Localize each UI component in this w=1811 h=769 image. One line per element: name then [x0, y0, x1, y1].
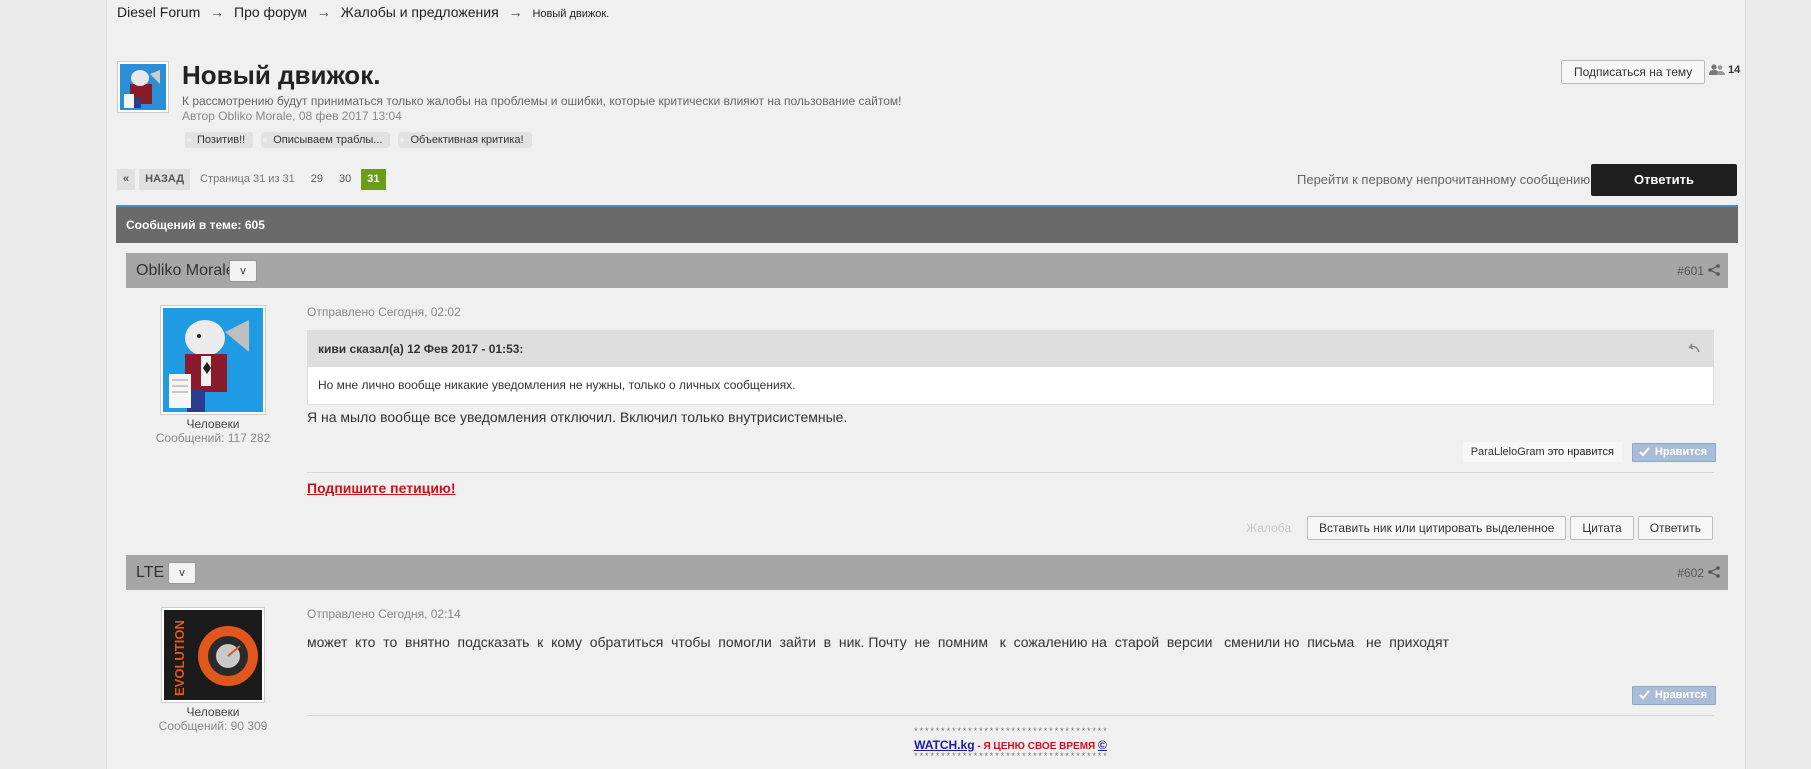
page-info: Страница 31 из 31: [200, 173, 295, 185]
post-author[interactable]: LTE: [136, 564, 164, 582]
signature-line: WATCH.kg - Я ЦЕНЮ СВОЕ ВРЕМЯ ©: [307, 738, 1714, 752]
tag-positive[interactable]: Позитив!!: [185, 132, 254, 148]
author-menu-toggle[interactable]: v: [168, 562, 196, 584]
topic-description: К рассмотрению будут приниматься только …: [182, 94, 902, 108]
post-content: Отправлено Сегодня, 02:02 киви сказал(а)…: [307, 305, 1714, 425]
likers-info: ParaLlelоGram это нравится: [1462, 442, 1622, 462]
post-header: Obliko Morale v #601: [126, 253, 1728, 288]
post-text: может кто то внятно подсказать к кому об…: [307, 634, 1449, 650]
post-actions: Жалоба Вставить ник или цитировать выдел…: [1246, 516, 1713, 540]
check-icon: [1639, 446, 1650, 456]
page-link-29[interactable]: 29: [305, 169, 329, 190]
likers-suffix: это нравится: [1547, 446, 1614, 458]
author-menu-toggle[interactable]: v: [229, 260, 257, 282]
like-label: Нравится: [1654, 689, 1707, 701]
post-header: LTE v #602: [126, 555, 1728, 590]
topic-meta: Автор Obliko Morale, 08 фев 2017 13:04: [182, 109, 402, 123]
post-divider: [307, 715, 1714, 716]
user-group: Человеки: [186, 417, 240, 431]
quote-citation: киви сказал(а) 12 Фев 2017 - 01:53:: [318, 342, 524, 356]
quote-block: киви сказал(а) 12 Фев 2017 - 01:53: Но м…: [307, 330, 1714, 405]
post-author[interactable]: Obliko Morale: [136, 262, 235, 280]
users-icon: [1709, 64, 1725, 75]
user-post-count: Сообщений: 90 309: [158, 719, 268, 733]
page-link-current[interactable]: 31: [361, 169, 386, 190]
breadcrumb-separator: →: [508, 4, 523, 20]
quote-button[interactable]: Цитата: [1570, 516, 1634, 540]
topic-title: Новый движок.: [182, 60, 381, 90]
tag-troubles[interactable]: Описываем траблы...: [261, 132, 391, 148]
report-link[interactable]: Жалоба: [1246, 521, 1291, 535]
topic-tags: Позитив!! Описываем траблы... Объективна…: [185, 132, 532, 148]
user-signature: ************************************ WAT…: [307, 727, 1714, 762]
signature-stars: ************************************: [913, 727, 1108, 737]
post-602: LTE v #602 EVOLUTION Человеки Сообщений:…: [126, 555, 1728, 769]
first-unread-link[interactable]: Перейти к первому непрочитанному сообщен…: [1297, 172, 1590, 187]
reply-button[interactable]: Ответить: [1591, 164, 1737, 196]
like-button[interactable]: Нравится: [1631, 686, 1716, 705]
user-info: Человеки Сообщений: 117 282: [126, 305, 300, 445]
signature-stars-bottom: ************************************: [913, 752, 1108, 762]
followers-count[interactable]: 14: [1709, 64, 1740, 76]
breadcrumb-item-about-forum[interactable]: Про форум: [234, 4, 307, 20]
prev-page-arrow[interactable]: «: [117, 169, 136, 190]
breadcrumb: Diesel Forum → Про форум → Жалобы и пред…: [117, 4, 609, 20]
multiquote-button[interactable]: Вставить ник или цитировать выделенное: [1307, 516, 1567, 540]
liker-name[interactable]: ParaLlelоGram: [1471, 446, 1545, 458]
like-row: Нравится: [1631, 686, 1716, 705]
breadcrumb-current: Новый движок.: [532, 8, 610, 20]
post-601: Obliko Morale v #601 Человеки Сообщений:…: [126, 253, 1728, 543]
svg-text:EVOLUTION: EVOLUTION: [172, 620, 187, 696]
post-text: Я на мыло вообще все уведомления отключи…: [307, 409, 848, 425]
signature-petition-link[interactable]: Подпишите петицию!: [307, 480, 456, 496]
like-row: ParaLlelоGram это нравится Нравится: [1462, 442, 1716, 462]
post-reply-button[interactable]: Ответить: [1637, 516, 1713, 540]
pagination: « НАЗАД Страница 31 из 31 29 30 31: [117, 169, 386, 190]
quote-text: Но мне лично вообще никакие уведомления …: [318, 378, 796, 392]
post-date: Отправлено Сегодня, 02:02: [307, 305, 461, 319]
signature-copyright: ©: [1098, 738, 1107, 752]
share-icon[interactable]: [1708, 264, 1720, 276]
view-quoted-post-icon[interactable]: [1687, 342, 1701, 356]
user-group: Человеки: [186, 705, 240, 719]
breadcrumb-item-complaints[interactable]: Жалобы и предложения: [341, 4, 499, 20]
check-icon: [1639, 690, 1650, 700]
followers-number: 14: [1728, 64, 1741, 76]
breadcrumb-item-diesel-forum[interactable]: Diesel Forum: [117, 4, 200, 20]
breadcrumb-separator: →: [210, 4, 225, 20]
signature-link[interactable]: WATCH.kg: [914, 738, 974, 752]
quote-header: киви сказал(а) 12 Фев 2017 - 01:53:: [308, 331, 1713, 367]
post-date: Отправлено Сегодня, 02:14: [307, 607, 461, 621]
post-number[interactable]: #601: [1677, 264, 1704, 278]
back-button[interactable]: НАЗАД: [139, 169, 191, 190]
post-divider: [307, 472, 1714, 473]
signature-slogan: Я ЦЕНЮ СВОЕ ВРЕМЯ: [983, 741, 1096, 752]
post-number[interactable]: #602: [1677, 566, 1704, 580]
post-content: Отправлено Сегодня, 02:14 может кто то в…: [307, 607, 1714, 650]
subscribe-button[interactable]: Подписаться на тему: [1561, 60, 1706, 84]
user-avatar[interactable]: EVOLUTION: [161, 607, 265, 703]
page-container: Diesel Forum → Про форум → Жалобы и пред…: [106, 0, 1746, 769]
breadcrumb-separator: →: [316, 4, 331, 20]
like-label: Нравится: [1654, 445, 1707, 458]
tag-criticism[interactable]: Объективная критика!: [398, 132, 532, 148]
posts-count-header: Сообщений в теме: 605: [116, 205, 1738, 243]
user-info: EVOLUTION Человеки Сообщений: 90 309: [126, 607, 300, 733]
user-avatar[interactable]: [160, 305, 266, 415]
user-post-count: Сообщений: 117 282: [155, 431, 271, 445]
topic-author-avatar[interactable]: [117, 61, 169, 113]
share-icon[interactable]: [1708, 566, 1720, 578]
page-link-30[interactable]: 30: [333, 169, 357, 190]
like-button[interactable]: Нравится: [1631, 442, 1716, 462]
